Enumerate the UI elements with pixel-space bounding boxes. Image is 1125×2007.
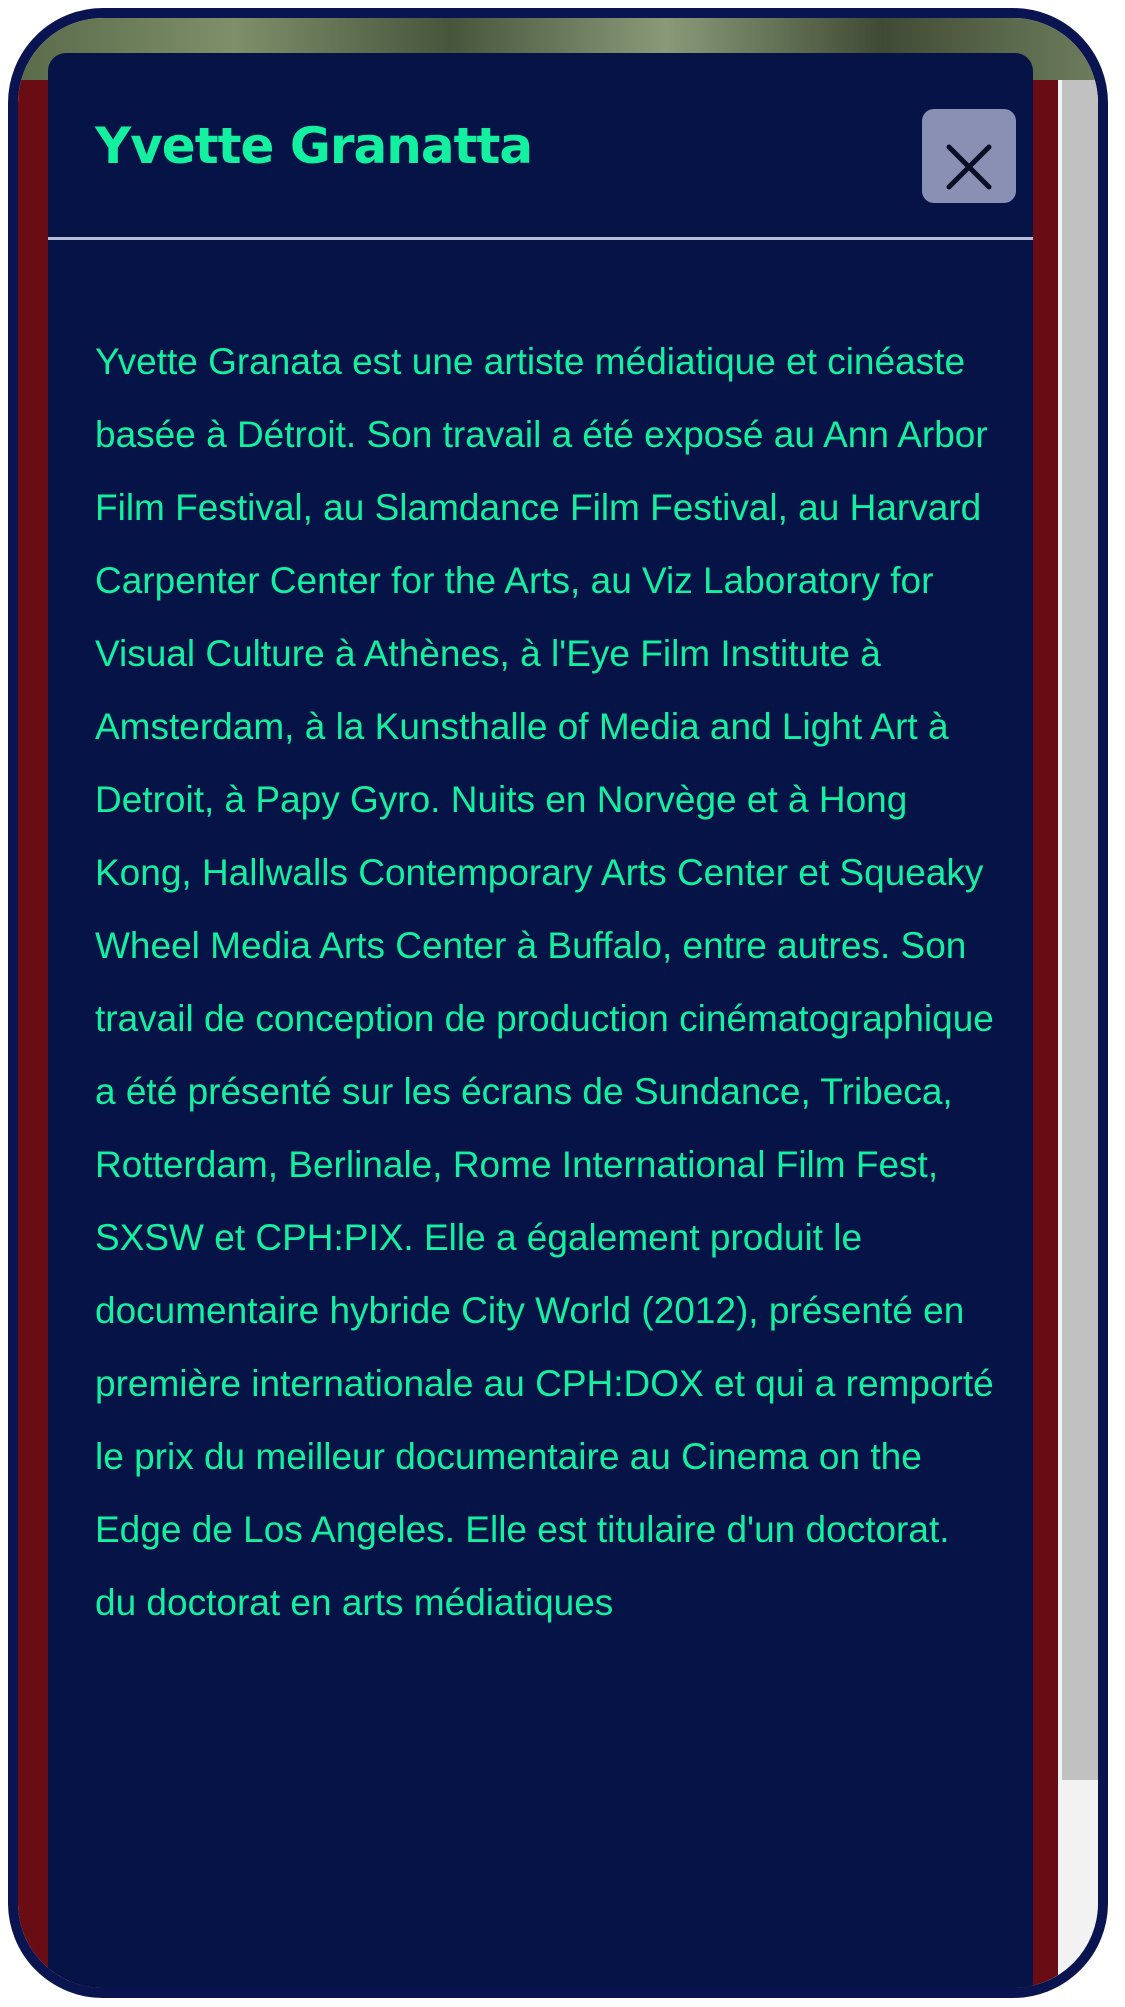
- bio-modal: Yvette Granatta Yvette Granata est une a…: [48, 53, 1033, 1988]
- close-button[interactable]: [922, 109, 1016, 203]
- scrollbar-thumb[interactable]: [1062, 80, 1098, 1780]
- bio-text: Yvette Granata est une artiste médiatiqu…: [95, 341, 994, 1623]
- modal-title: Yvette Granatta: [95, 117, 533, 175]
- modal-header: Yvette Granatta: [48, 53, 1033, 240]
- close-icon: [946, 144, 992, 190]
- phone-frame: Yvette Granatta Yvette Granata est une a…: [8, 8, 1108, 1998]
- page-scrollbar[interactable]: [1058, 80, 1098, 1988]
